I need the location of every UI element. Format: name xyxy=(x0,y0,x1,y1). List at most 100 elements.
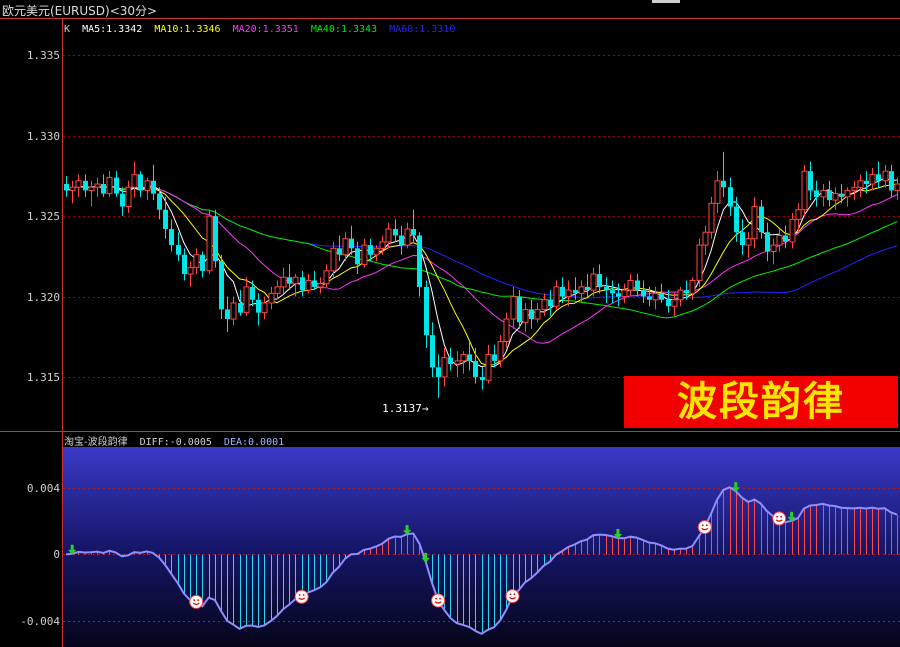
candle xyxy=(280,267,287,294)
candle-body xyxy=(182,254,187,275)
candle xyxy=(808,161,813,201)
indicator-tick-label: 0.004 xyxy=(26,481,60,495)
candle xyxy=(94,177,101,197)
candle-body xyxy=(250,286,255,300)
candle xyxy=(101,174,106,197)
candle xyxy=(230,296,237,326)
candle-body xyxy=(83,180,88,191)
candle-body xyxy=(75,180,82,188)
candle-body xyxy=(548,299,553,307)
indicator-legend: 淘宝-波段韵律 DIFF:-0.0005 DEA:0.0001 xyxy=(64,433,290,448)
candle xyxy=(827,180,832,207)
candle xyxy=(510,286,517,329)
candle xyxy=(261,296,268,320)
candle xyxy=(795,203,802,233)
candle xyxy=(430,322,435,377)
candle xyxy=(485,344,492,384)
candle xyxy=(393,219,398,242)
candle-body xyxy=(176,245,181,255)
arrow-shaft xyxy=(70,544,74,550)
candle-body xyxy=(889,171,894,191)
candle xyxy=(138,171,143,197)
candle-body xyxy=(317,283,324,288)
candle-body xyxy=(312,280,317,287)
candle xyxy=(534,302,541,323)
candle xyxy=(503,312,510,348)
candle xyxy=(783,225,788,249)
candle-body xyxy=(355,248,360,265)
arrow-shaft xyxy=(790,511,794,517)
candle-body xyxy=(64,184,69,191)
candle-body xyxy=(529,309,534,320)
candle xyxy=(200,251,205,278)
candle xyxy=(714,171,721,213)
candle-body xyxy=(417,235,422,287)
candle-body xyxy=(721,180,726,188)
candle-body xyxy=(714,180,721,204)
candle-body xyxy=(441,357,448,378)
candle-body xyxy=(616,293,621,297)
candle xyxy=(169,219,174,252)
candle xyxy=(844,187,851,207)
smiley-icon xyxy=(697,520,712,535)
candle xyxy=(88,180,95,207)
smiley-face xyxy=(431,593,446,608)
candle xyxy=(317,277,324,294)
candle-body xyxy=(770,244,777,253)
candle xyxy=(411,209,416,242)
candle xyxy=(708,196,715,239)
indicator-dea: DEA:0.0001 xyxy=(223,437,285,448)
candle xyxy=(125,180,132,213)
candle-body xyxy=(677,289,684,301)
candle xyxy=(399,225,404,255)
price-tick-label: 1.335 xyxy=(26,48,60,62)
candle xyxy=(814,180,819,207)
candle xyxy=(671,293,678,316)
candle-body xyxy=(776,234,783,246)
smiley-eye xyxy=(509,593,512,596)
legend-ma60: MA60:1.3310 xyxy=(389,24,456,35)
candle xyxy=(379,235,386,255)
candle-body xyxy=(666,299,671,307)
candle xyxy=(839,184,844,204)
candle-body xyxy=(256,299,261,313)
candle-body xyxy=(385,228,392,243)
candle xyxy=(889,164,894,197)
candle-body xyxy=(708,202,715,233)
candle xyxy=(728,177,733,217)
candle xyxy=(721,151,726,197)
candle-body xyxy=(783,235,788,242)
candle xyxy=(585,274,590,297)
candle xyxy=(337,235,342,262)
candle xyxy=(789,212,796,249)
candle-body xyxy=(851,186,858,191)
candle xyxy=(820,184,827,207)
candle xyxy=(243,277,250,316)
candle xyxy=(151,164,156,201)
candle xyxy=(187,261,194,287)
candle xyxy=(206,209,213,275)
candle-body xyxy=(565,289,572,298)
candle-body xyxy=(560,286,565,297)
candle-body xyxy=(795,209,802,220)
candle-body xyxy=(789,218,796,243)
candle-body xyxy=(404,228,411,246)
candle-body xyxy=(684,290,689,294)
candle-body xyxy=(503,318,510,343)
candle-body xyxy=(131,173,138,188)
candle xyxy=(740,219,745,255)
candle-body xyxy=(448,357,453,365)
smiley-icon xyxy=(772,511,787,526)
candle xyxy=(193,248,200,275)
smiley-face xyxy=(189,594,204,609)
candle xyxy=(604,277,609,303)
candle xyxy=(696,238,703,287)
candle-body xyxy=(641,290,646,297)
smiley-eye xyxy=(197,599,200,601)
ma-legend: K MA5:1.3342 MA10:1.3346 MA20:1.3351 MA4… xyxy=(64,24,461,35)
candle xyxy=(131,161,138,197)
candle-body xyxy=(94,183,101,188)
candle-body xyxy=(485,353,492,381)
candle xyxy=(323,264,330,287)
candle-body xyxy=(187,267,194,275)
